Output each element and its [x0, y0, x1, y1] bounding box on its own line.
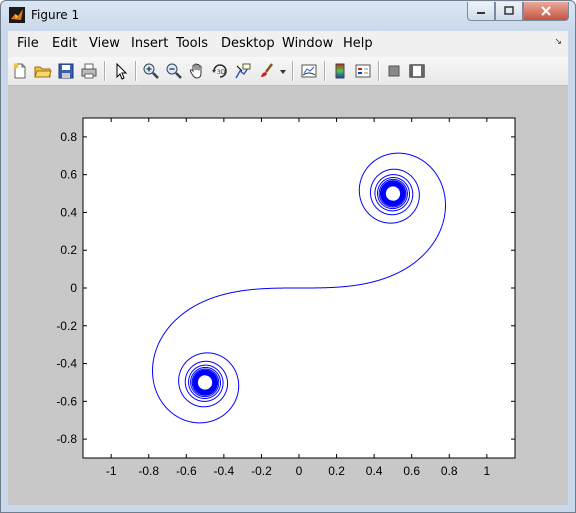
figure-canvas[interactable]: -1 -0.8 -0.6 -0.4 -0.2 0 0.2 0.4 0.6 0.8 1 0.8 0.6 0… — [8, 86, 568, 505]
data-cursor-icon[interactable] — [234, 62, 252, 80]
menu-window[interactable]: Window — [282, 36, 333, 51]
plot-svg: -1 -0.8 -0.6 -0.4 -0.2 0 0.2 0.4 0.6 0.8 1 0.8 0.6 0… — [56, 117, 516, 478]
colorbar-icon[interactable] — [331, 62, 349, 80]
menu-bar: File Edit View Insert Tools Desktop Wind… — [8, 31, 568, 57]
pan-hand-icon[interactable] — [188, 62, 206, 80]
y-tick-label: 0.6 — [60, 168, 77, 182]
x-tick-label: 0.6 — [403, 464, 420, 478]
figure-window: Figure 1 File Edit View Insert Tools Des… — [0, 0, 576, 513]
hide-plot-tools-icon[interactable] — [385, 62, 403, 80]
x-tick-label: -1 — [106, 464, 117, 478]
show-plot-tools-icon[interactable] — [408, 62, 426, 80]
x-tick-label: 0 — [296, 464, 303, 478]
y-tick-label: 0 — [70, 281, 77, 295]
x-tick-label: 0.2 — [328, 464, 345, 478]
matlab-logo-icon — [9, 7, 25, 23]
toolbar-separator — [292, 61, 294, 81]
dock-arrow-icon[interactable]: ↘ — [554, 37, 562, 47]
menu-edit[interactable]: Edit — [52, 36, 77, 51]
zoom-out-icon[interactable] — [165, 62, 183, 80]
brush-dropdown-icon[interactable] — [278, 62, 288, 80]
minimize-icon — [477, 12, 485, 14]
zoom-in-icon[interactable] — [142, 62, 160, 80]
x-tick-label: -0.4 — [214, 464, 235, 478]
y-tick-label: 0.8 — [60, 130, 77, 144]
link-plot-icon[interactable] — [300, 62, 318, 80]
toolbar-separator — [378, 61, 380, 81]
menu-desktop[interactable]: Desktop — [221, 36, 275, 51]
menu-insert[interactable]: Insert — [131, 36, 168, 51]
toolbar-separator — [104, 61, 106, 81]
window-controls — [467, 2, 569, 21]
print-icon[interactable] — [80, 62, 98, 80]
x-tick-label: 0.4 — [366, 464, 383, 478]
x-tick-label: -0.2 — [251, 464, 272, 478]
minimize-button[interactable] — [467, 2, 495, 21]
legend-icon[interactable] — [354, 62, 372, 80]
title-bar[interactable]: Figure 1 — [1, 1, 575, 31]
y-tick-label: -0.6 — [56, 394, 77, 408]
y-tick-label: 0.4 — [60, 205, 77, 219]
maximize-button[interactable] — [495, 2, 523, 21]
brush-icon[interactable] — [258, 62, 276, 80]
y-tick-label: -0.2 — [56, 319, 77, 333]
window-title: Figure 1 — [31, 8, 80, 22]
close-button[interactable] — [523, 2, 569, 21]
svg-text:3D: 3D — [217, 69, 226, 76]
y-tick-label: -0.8 — [56, 432, 77, 446]
maximize-icon — [504, 6, 514, 15]
menu-help[interactable]: Help — [343, 36, 373, 51]
y-tick-label: 0.2 — [60, 243, 77, 257]
x-tick-label: 0.8 — [441, 464, 458, 478]
x-tick-label: 1 — [483, 464, 490, 478]
toolbar-separator — [135, 61, 137, 81]
new-figure-icon[interactable] — [11, 62, 29, 80]
save-icon[interactable] — [57, 62, 75, 80]
x-tick-label: -0.6 — [176, 464, 197, 478]
menu-file[interactable]: File — [17, 36, 39, 51]
close-icon — [541, 6, 551, 16]
toolbar-separator — [324, 61, 326, 81]
menu-view[interactable]: View — [89, 36, 120, 51]
x-tick-label: -0.8 — [138, 464, 159, 478]
rotate-3d-icon[interactable]: 3D — [211, 62, 229, 80]
y-tick-label: -0.4 — [56, 357, 77, 371]
window-client-area: File Edit View Insert Tools Desktop Wind… — [8, 31, 568, 505]
figure-toolbar: 3D — [8, 57, 568, 86]
menu-tools[interactable]: Tools — [176, 36, 208, 51]
edit-plot-arrow-icon[interactable] — [112, 62, 130, 80]
open-file-icon[interactable] — [34, 62, 52, 80]
